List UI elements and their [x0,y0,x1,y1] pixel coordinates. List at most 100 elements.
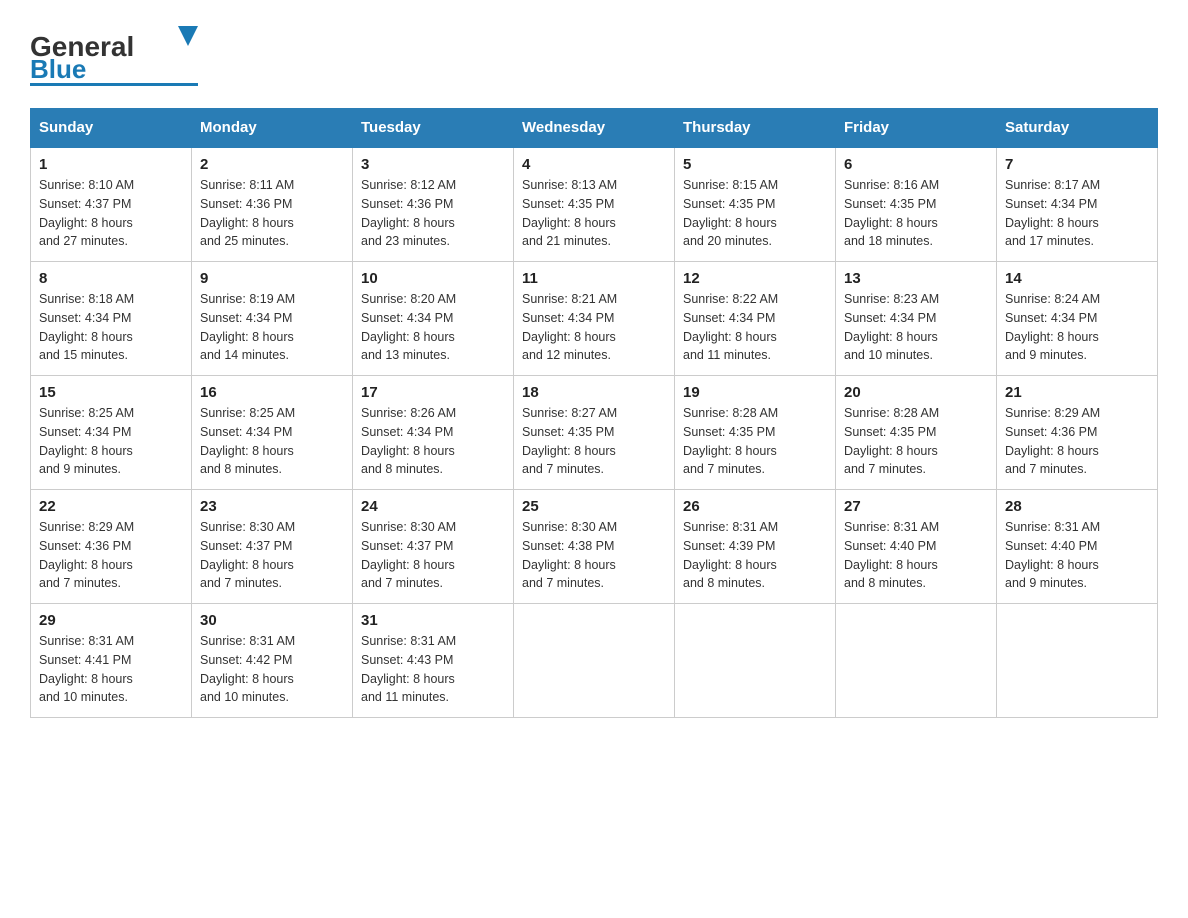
day-number: 23 [200,498,344,515]
day-number: 1 [39,156,183,173]
day-info: Sunrise: 8:15 AMSunset: 4:35 PMDaylight:… [683,176,827,251]
calendar-cell: 5 Sunrise: 8:15 AMSunset: 4:35 PMDayligh… [675,147,836,262]
calendar-cell: 31 Sunrise: 8:31 AMSunset: 4:43 PMDaylig… [353,604,514,718]
calendar-cell [997,604,1158,718]
day-info: Sunrise: 8:23 AMSunset: 4:34 PMDaylight:… [844,290,988,365]
day-number: 18 [522,384,666,401]
calendar-cell: 12 Sunrise: 8:22 AMSunset: 4:34 PMDaylig… [675,262,836,376]
day-number: 29 [39,612,183,629]
day-number: 3 [361,156,505,173]
day-number: 22 [39,498,183,515]
calendar-cell: 13 Sunrise: 8:23 AMSunset: 4:34 PMDaylig… [836,262,997,376]
day-info: Sunrise: 8:21 AMSunset: 4:34 PMDaylight:… [522,290,666,365]
day-info: Sunrise: 8:11 AMSunset: 4:36 PMDaylight:… [200,176,344,251]
logo-svg: General Blue [30,20,200,90]
calendar-cell: 4 Sunrise: 8:13 AMSunset: 4:35 PMDayligh… [514,147,675,262]
day-info: Sunrise: 8:27 AMSunset: 4:35 PMDaylight:… [522,404,666,479]
calendar-cell: 17 Sunrise: 8:26 AMSunset: 4:34 PMDaylig… [353,376,514,490]
calendar-cell: 9 Sunrise: 8:19 AMSunset: 4:34 PMDayligh… [192,262,353,376]
day-number: 5 [683,156,827,173]
header-col-sunday: Sunday [31,109,192,148]
day-number: 17 [361,384,505,401]
day-info: Sunrise: 8:10 AMSunset: 4:37 PMDaylight:… [39,176,183,251]
day-number: 4 [522,156,666,173]
day-number: 24 [361,498,505,515]
day-number: 25 [522,498,666,515]
day-info: Sunrise: 8:16 AMSunset: 4:35 PMDaylight:… [844,176,988,251]
calendar-week-3: 15 Sunrise: 8:25 AMSunset: 4:34 PMDaylig… [31,376,1158,490]
page-header: General Blue [30,20,1158,90]
day-info: Sunrise: 8:31 AMSunset: 4:40 PMDaylight:… [1005,518,1149,593]
calendar-cell [675,604,836,718]
day-info: Sunrise: 8:24 AMSunset: 4:34 PMDaylight:… [1005,290,1149,365]
day-number: 9 [200,270,344,287]
day-number: 7 [1005,156,1149,173]
calendar-cell: 7 Sunrise: 8:17 AMSunset: 4:34 PMDayligh… [997,147,1158,262]
calendar-cell: 21 Sunrise: 8:29 AMSunset: 4:36 PMDaylig… [997,376,1158,490]
header-col-saturday: Saturday [997,109,1158,148]
day-info: Sunrise: 8:31 AMSunset: 4:39 PMDaylight:… [683,518,827,593]
calendar-cell: 25 Sunrise: 8:30 AMSunset: 4:38 PMDaylig… [514,490,675,604]
calendar-cell: 16 Sunrise: 8:25 AMSunset: 4:34 PMDaylig… [192,376,353,490]
day-number: 15 [39,384,183,401]
day-info: Sunrise: 8:25 AMSunset: 4:34 PMDaylight:… [200,404,344,479]
day-number: 6 [844,156,988,173]
day-info: Sunrise: 8:31 AMSunset: 4:43 PMDaylight:… [361,632,505,707]
day-number: 13 [844,270,988,287]
calendar-cell: 1 Sunrise: 8:10 AMSunset: 4:37 PMDayligh… [31,147,192,262]
day-info: Sunrise: 8:19 AMSunset: 4:34 PMDaylight:… [200,290,344,365]
day-info: Sunrise: 8:26 AMSunset: 4:34 PMDaylight:… [361,404,505,479]
calendar-cell: 30 Sunrise: 8:31 AMSunset: 4:42 PMDaylig… [192,604,353,718]
day-info: Sunrise: 8:29 AMSunset: 4:36 PMDaylight:… [1005,404,1149,479]
calendar-cell: 19 Sunrise: 8:28 AMSunset: 4:35 PMDaylig… [675,376,836,490]
day-info: Sunrise: 8:31 AMSunset: 4:40 PMDaylight:… [844,518,988,593]
day-number: 10 [361,270,505,287]
day-number: 31 [361,612,505,629]
calendar-header-row: SundayMondayTuesdayWednesdayThursdayFrid… [31,109,1158,148]
day-number: 21 [1005,384,1149,401]
calendar-cell: 23 Sunrise: 8:30 AMSunset: 4:37 PMDaylig… [192,490,353,604]
calendar-cell: 2 Sunrise: 8:11 AMSunset: 4:36 PMDayligh… [192,147,353,262]
calendar-cell: 27 Sunrise: 8:31 AMSunset: 4:40 PMDaylig… [836,490,997,604]
calendar-cell: 20 Sunrise: 8:28 AMSunset: 4:35 PMDaylig… [836,376,997,490]
day-number: 11 [522,270,666,287]
calendar-cell [836,604,997,718]
calendar-week-5: 29 Sunrise: 8:31 AMSunset: 4:41 PMDaylig… [31,604,1158,718]
header-col-monday: Monday [192,109,353,148]
day-info: Sunrise: 8:20 AMSunset: 4:34 PMDaylight:… [361,290,505,365]
header-col-tuesday: Tuesday [353,109,514,148]
day-info: Sunrise: 8:22 AMSunset: 4:34 PMDaylight:… [683,290,827,365]
calendar-cell: 3 Sunrise: 8:12 AMSunset: 4:36 PMDayligh… [353,147,514,262]
day-number: 30 [200,612,344,629]
svg-text:Blue: Blue [30,54,86,84]
day-info: Sunrise: 8:17 AMSunset: 4:34 PMDaylight:… [1005,176,1149,251]
day-number: 12 [683,270,827,287]
day-info: Sunrise: 8:28 AMSunset: 4:35 PMDaylight:… [844,404,988,479]
day-number: 14 [1005,270,1149,287]
calendar-table: SundayMondayTuesdayWednesdayThursdayFrid… [30,108,1158,718]
day-number: 8 [39,270,183,287]
calendar-cell [514,604,675,718]
day-info: Sunrise: 8:18 AMSunset: 4:34 PMDaylight:… [39,290,183,365]
calendar-cell: 29 Sunrise: 8:31 AMSunset: 4:41 PMDaylig… [31,604,192,718]
calendar-week-1: 1 Sunrise: 8:10 AMSunset: 4:37 PMDayligh… [31,147,1158,262]
header-col-friday: Friday [836,109,997,148]
day-info: Sunrise: 8:30 AMSunset: 4:37 PMDaylight:… [361,518,505,593]
calendar-cell: 8 Sunrise: 8:18 AMSunset: 4:34 PMDayligh… [31,262,192,376]
day-number: 27 [844,498,988,515]
calendar-week-2: 8 Sunrise: 8:18 AMSunset: 4:34 PMDayligh… [31,262,1158,376]
day-info: Sunrise: 8:25 AMSunset: 4:34 PMDaylight:… [39,404,183,479]
calendar-cell: 14 Sunrise: 8:24 AMSunset: 4:34 PMDaylig… [997,262,1158,376]
day-info: Sunrise: 8:13 AMSunset: 4:35 PMDaylight:… [522,176,666,251]
calendar-cell: 10 Sunrise: 8:20 AMSunset: 4:34 PMDaylig… [353,262,514,376]
calendar-cell: 28 Sunrise: 8:31 AMSunset: 4:40 PMDaylig… [997,490,1158,604]
day-info: Sunrise: 8:31 AMSunset: 4:42 PMDaylight:… [200,632,344,707]
day-number: 26 [683,498,827,515]
calendar-cell: 11 Sunrise: 8:21 AMSunset: 4:34 PMDaylig… [514,262,675,376]
calendar-week-4: 22 Sunrise: 8:29 AMSunset: 4:36 PMDaylig… [31,490,1158,604]
logo: General Blue [30,20,200,90]
day-number: 28 [1005,498,1149,515]
calendar-cell: 6 Sunrise: 8:16 AMSunset: 4:35 PMDayligh… [836,147,997,262]
calendar-cell: 26 Sunrise: 8:31 AMSunset: 4:39 PMDaylig… [675,490,836,604]
calendar-cell: 22 Sunrise: 8:29 AMSunset: 4:36 PMDaylig… [31,490,192,604]
